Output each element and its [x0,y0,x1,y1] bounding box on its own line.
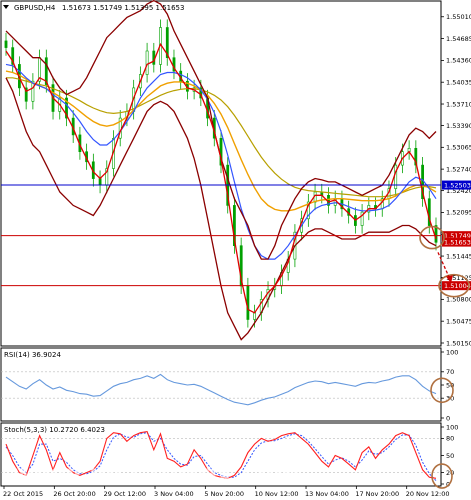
y-tick-label: 1.50150 [446,339,471,347]
stoch-y-tick-label: 50 [446,452,454,460]
candle-body [98,178,102,186]
x-tick-label: 3 Nov 04:00 [154,490,194,498]
price-panel-frame [0,0,442,347]
price-tag-label: 1.51653 [444,239,471,247]
y-tick-label: 1.53710 [446,100,471,108]
price-tag-label: 1.52503 [444,181,471,189]
x-tick-label: 29 Oct 12:00 [104,490,146,498]
stoch-y-tick-label: 100 [446,423,458,431]
x-tick-label: 17 Nov 20:00 [355,490,399,498]
watermark: www.instaforex.com [12,459,300,488]
y-tick-label: 1.54360 [446,57,471,65]
y-tick-label: 1.54035 [446,79,471,87]
y-tick-label: 1.52740 [446,165,471,173]
rsi-label: RSI(14) 36.9024 [4,351,61,359]
rsi-y-tick-label: 0 [446,414,450,422]
rsi-panel-frame [0,347,442,422]
price-tag-label: 1.51004 [444,282,471,290]
x-tick-label: 5 Nov 20:00 [204,490,244,498]
symbol-label: GBPUSD,H4 [14,4,56,12]
x-tick-label: 13 Nov 04:00 [305,490,349,498]
y-tick-label: 1.54685 [446,35,471,43]
y-tick-label: 1.55010 [446,13,471,21]
stoch-label: Stoch(5,3,3) 10.2720 6.4023 [4,426,105,434]
candle-body [246,285,250,320]
stoch-y-tick-label: 80 [446,435,454,443]
y-tick-label: 1.52095 [446,209,471,217]
x-tick-label: 26 Oct 20:00 [53,490,95,498]
candle-body [145,50,149,75]
chart-canvas: 1.55010 1.54685 1.54360 1.54035 1.53710 1.533… [0,0,471,498]
x-tick-label: 10 Nov 12:00 [255,490,299,498]
y-tick-label: 1.50475 [446,317,471,325]
candle-body [4,40,8,48]
candle-body [253,312,257,320]
ohlc-label: 1.51673 1.51749 1.51395 1.51653 [62,4,184,12]
x-tick-label: 20 Nov 12:00 [406,490,450,498]
y-tick-label: 1.51445 [446,252,471,260]
rsi-y-tick-label: 70 [446,368,454,376]
y-tick-label: 1.53390 [446,122,471,130]
chart-window: 1.55010 1.54685 1.54360 1.54035 1.53710 1.533… [0,0,471,500]
x-tick-label: 22 Oct 2015 [3,490,43,498]
rsi-y-tick-label: 100 [446,348,458,356]
y-tick-label: 1.53065 [446,144,471,152]
